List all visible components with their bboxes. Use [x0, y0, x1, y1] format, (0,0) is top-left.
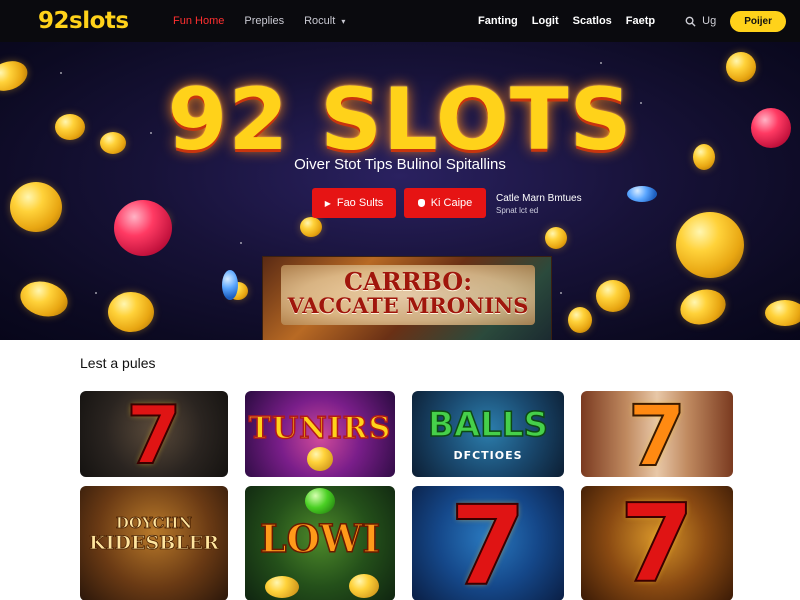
- game-card-title: 7: [618, 486, 695, 600]
- star-decoration: [560, 292, 562, 294]
- apple-icon: [417, 199, 425, 207]
- gold-coin-decoration: [676, 284, 730, 330]
- game-card[interactable]: TUNIRS: [245, 391, 395, 477]
- gold-coin-decoration: [568, 307, 592, 333]
- game-card-title: KIDESBLER: [89, 532, 220, 555]
- game-card[interactable]: BALLS DFCTIOES: [412, 391, 564, 477]
- star-decoration: [600, 62, 602, 64]
- hero-note: Catle Marn Bmtues Spnat lct ed: [496, 193, 582, 217]
- gold-coin-decoration: [300, 217, 322, 237]
- search-button[interactable]: Ug: [685, 15, 716, 27]
- secondary-nav: Fanting Logit Scatlos Faetp Ug Poijer: [478, 10, 786, 32]
- top-navbar: 92slots Fun Home Preplies Rocult ▾ Fanti…: [0, 0, 800, 42]
- site-logo[interactable]: 92slots: [38, 8, 173, 34]
- search-label: Ug: [702, 15, 717, 27]
- gold-coin-decoration: [108, 292, 154, 332]
- button-label: Ki Caipe: [430, 197, 473, 209]
- nav-link-scatlos[interactable]: Scatlos: [573, 15, 612, 27]
- hero-note-line1: Catle Marn Bmtues: [496, 193, 582, 204]
- coin-icon: [349, 574, 379, 598]
- game-card-title: TUNIRS: [248, 410, 392, 447]
- banner-title: CARRBO:: [343, 267, 473, 296]
- star-decoration: [95, 292, 97, 294]
- button-label: Fao Sults: [336, 197, 384, 209]
- chevron-down-icon: ▾: [341, 17, 346, 26]
- nav-link-label: Rocult: [304, 15, 336, 27]
- banner-subtitle: VACCATE MRONINS: [287, 293, 529, 318]
- gold-coin-decoration: [596, 280, 630, 312]
- game-card-title: 7: [125, 391, 183, 477]
- nav-link-faetp[interactable]: Faetp: [626, 15, 655, 27]
- game-card-subtitle: DFCTIOES: [453, 449, 523, 462]
- game-card-title: 7: [627, 391, 687, 477]
- nav-link-home[interactable]: Fun Home: [173, 15, 224, 27]
- game-card[interactable]: 7: [412, 486, 564, 600]
- star-decoration: [240, 242, 242, 244]
- gold-coin-decoration: [10, 182, 62, 232]
- fao-sults-button[interactable]: ▶ Fao Sults: [312, 188, 396, 218]
- coin-icon: [265, 576, 299, 598]
- section-title: Lest a pules: [80, 355, 156, 371]
- nav-link-preplies[interactable]: Preplies: [244, 15, 284, 27]
- nav-link-rocult-dropdown[interactable]: Rocult ▾: [304, 15, 345, 27]
- game-card[interactable]: 7: [80, 391, 228, 477]
- game-card[interactable]: LOWI: [245, 486, 395, 600]
- hero-title: 92 SLOTS: [167, 70, 633, 170]
- hero-section: 92 SLOTS Oiver Stot Tips Bulinol Spitall…: [0, 42, 800, 340]
- nav-link-fanting[interactable]: Fanting: [478, 15, 518, 27]
- ki-caipe-button[interactable]: Ki Caipe: [404, 188, 486, 218]
- play-icon: ▶: [324, 198, 331, 208]
- green-gem-icon: [305, 488, 335, 514]
- game-card-subtitle: DOYCHN: [115, 514, 193, 533]
- red-gem-decoration: [114, 200, 172, 256]
- game-card-title: 7: [449, 486, 528, 600]
- hero-subtitle: Oiver Stot Tips Bulinol Spitallins: [294, 156, 506, 173]
- signup-button[interactable]: Poijer: [730, 10, 786, 32]
- coin-icon: [307, 447, 333, 471]
- gold-coin-decoration: [545, 227, 567, 249]
- hero-note-line2: Spnat lct ed: [496, 206, 539, 215]
- blue-gem-decoration: [222, 270, 238, 300]
- game-card[interactable]: 7: [581, 486, 733, 600]
- game-card[interactable]: 7: [581, 391, 733, 477]
- game-card-title: BALLS: [427, 404, 549, 446]
- gold-coin-decoration: [765, 300, 800, 326]
- game-grid: 7 TUNIRS BALLS DFCTIOES 7 DOYCHN KIDESBL…: [80, 391, 734, 600]
- gold-coin-decoration: [16, 276, 72, 322]
- blue-gem-decoration: [627, 186, 657, 202]
- nav-link-logit[interactable]: Logit: [532, 15, 559, 27]
- promo-banner[interactable]: CARRBO: VACCATE MRONINS: [262, 256, 552, 340]
- search-icon: [685, 16, 696, 27]
- game-card-title: LOWI: [259, 515, 381, 562]
- game-card[interactable]: DOYCHN KIDESBLER: [80, 486, 228, 600]
- gold-coin-decoration: [676, 212, 744, 278]
- primary-nav: Fun Home Preplies Rocult ▾: [173, 15, 345, 27]
